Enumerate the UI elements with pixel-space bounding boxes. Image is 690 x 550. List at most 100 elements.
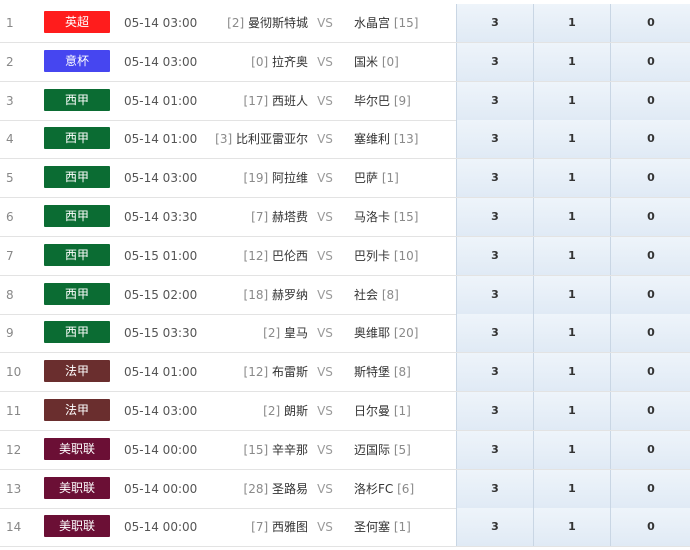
odds-loss-button[interactable]: 0 (610, 120, 690, 158)
odds-loss-button[interactable]: 0 (610, 314, 690, 352)
league-badge[interactable]: 西甲 (44, 89, 110, 111)
home-team[interactable]: [7] 赫塔费 (198, 198, 308, 236)
odds-win-button[interactable]: 3 (456, 120, 533, 158)
odds-loss-button[interactable]: 0 (610, 276, 690, 314)
odds-draw-button[interactable]: 1 (533, 120, 610, 158)
odds-loss-button[interactable]: 0 (610, 4, 690, 42)
odds-draw-button[interactable]: 1 (533, 470, 610, 508)
odds-win-button[interactable]: 3 (456, 431, 533, 469)
match-row[interactable]: 9 西甲 05-15 03:30 [2] 皇马 VS 奥维耶 [20] 3 1 0 (0, 314, 690, 353)
league-badge[interactable]: 法甲 (44, 360, 110, 382)
home-team[interactable]: [7] 西雅图 (198, 508, 308, 546)
odds-draw-button[interactable]: 1 (533, 314, 610, 352)
odds-draw-button[interactable]: 1 (533, 82, 610, 120)
match-row[interactable]: 1 英超 05-14 03:00 [2] 曼彻斯特城 VS 水晶宫 [15] 3 1 0 (0, 4, 690, 43)
odds-draw-button[interactable]: 1 (533, 353, 610, 391)
away-team[interactable]: 塞维利 [13] (354, 120, 454, 158)
odds-draw-button[interactable]: 1 (533, 431, 610, 469)
away-team[interactable]: 巴列卡 [10] (354, 237, 454, 275)
away-team[interactable]: 毕尔巴 [9] (354, 82, 454, 120)
home-team[interactable]: [3] 比利亚雷亚尔 (198, 120, 308, 158)
odds-win-button[interactable]: 3 (456, 470, 533, 508)
home-team[interactable]: [2] 朗斯 (198, 392, 308, 430)
odds-win-button[interactable]: 3 (456, 159, 533, 197)
odds-win-button[interactable]: 3 (456, 82, 533, 120)
odds-draw-button[interactable]: 1 (533, 392, 610, 430)
odds-loss-button[interactable]: 0 (610, 82, 690, 120)
home-team[interactable]: [2] 皇马 (198, 314, 308, 352)
league-badge[interactable]: 美职联 (44, 515, 110, 537)
odds-draw-button[interactable]: 1 (533, 198, 610, 236)
match-row[interactable]: 10 法甲 05-14 01:00 [12] 布雷斯 VS 斯特堡 [8] 3 1 0 (0, 353, 690, 392)
odds-loss-button[interactable]: 0 (610, 431, 690, 469)
odds-loss-button[interactable]: 0 (610, 159, 690, 197)
league-badge[interactable]: 西甲 (44, 205, 110, 227)
odds-win-button[interactable]: 3 (456, 353, 533, 391)
league-badge[interactable]: 意杯 (44, 50, 110, 72)
match-row[interactable]: 5 西甲 05-14 03:00 [19] 阿拉维 VS 巴萨 [1] 3 1 0 (0, 159, 690, 198)
match-row[interactable]: 14 美职联 05-14 00:00 [7] 西雅图 VS 圣何塞 [1] 3 1 0 (0, 508, 690, 547)
away-team[interactable]: 巴萨 [1] (354, 159, 454, 197)
odds-draw-button[interactable]: 1 (533, 4, 610, 42)
match-row[interactable]: 4 西甲 05-14 01:00 [3] 比利亚雷亚尔 VS 塞维利 [13] 3 1 0 (0, 120, 690, 159)
home-team[interactable]: [12] 巴伦西 (198, 237, 308, 275)
league-badge[interactable]: 西甲 (44, 166, 110, 188)
home-team[interactable]: [28] 圣路易 (198, 470, 308, 508)
odds-draw-button[interactable]: 1 (533, 237, 610, 275)
odds-win-button[interactable]: 3 (456, 237, 533, 275)
league-badge[interactable]: 西甲 (44, 244, 110, 266)
league-badge[interactable]: 西甲 (44, 127, 110, 149)
home-team[interactable]: [18] 赫罗纳 (198, 276, 308, 314)
odds-loss-button[interactable]: 0 (610, 43, 690, 81)
odds-win-button[interactable]: 3 (456, 508, 533, 546)
home-team[interactable]: [15] 辛辛那 (198, 431, 308, 469)
league-badge[interactable]: 西甲 (44, 321, 110, 343)
odds-win-button[interactable]: 3 (456, 198, 533, 236)
match-time: 05-15 01:00 (124, 249, 198, 263)
league-badge[interactable]: 美职联 (44, 477, 110, 499)
match-row[interactable]: 12 美职联 05-14 00:00 [15] 辛辛那 VS 迈国际 [5] 3 1 0 (0, 431, 690, 470)
odds-loss-button[interactable]: 0 (610, 237, 690, 275)
away-team[interactable]: 国米 [0] (354, 43, 454, 81)
match-row[interactable]: 13 美职联 05-14 00:00 [28] 圣路易 VS 洛杉FC [6] 3 1 0 (0, 470, 690, 509)
odds-win-button[interactable]: 3 (456, 4, 533, 42)
odds-loss-button[interactable]: 0 (610, 470, 690, 508)
league-badge[interactable]: 法甲 (44, 399, 110, 421)
odds-win-button[interactable]: 3 (456, 276, 533, 314)
away-team[interactable]: 斯特堡 [8] (354, 353, 454, 391)
away-team[interactable]: 洛杉FC [6] (354, 470, 454, 508)
home-team[interactable]: [12] 布雷斯 (198, 353, 308, 391)
home-team[interactable]: [17] 西班人 (198, 82, 308, 120)
odds-win-button[interactable]: 3 (456, 314, 533, 352)
home-team[interactable]: [0] 拉齐奥 (198, 43, 308, 81)
odds-loss-button[interactable]: 0 (610, 392, 690, 430)
odds-win-button[interactable]: 3 (456, 392, 533, 430)
odds-loss-button[interactable]: 0 (610, 508, 690, 546)
odds-win-button[interactable]: 3 (456, 43, 533, 81)
odds-draw-button[interactable]: 1 (533, 43, 610, 81)
match-row[interactable]: 6 西甲 05-14 03:30 [7] 赫塔费 VS 马洛卡 [15] 3 1 0 (0, 198, 690, 237)
match-row[interactable]: 8 西甲 05-15 02:00 [18] 赫罗纳 VS 社会 [8] 3 1 0 (0, 276, 690, 315)
league-badge[interactable]: 英超 (44, 11, 110, 33)
odds-draw-button[interactable]: 1 (533, 508, 610, 546)
away-team[interactable]: 迈国际 [5] (354, 431, 454, 469)
match-row[interactable]: 2 意杯 05-14 03:00 [0] 拉齐奥 VS 国米 [0] 3 1 0 (0, 43, 690, 82)
odds-draw-button[interactable]: 1 (533, 159, 610, 197)
away-team[interactable]: 圣何塞 [1] (354, 508, 454, 546)
league-badge[interactable]: 西甲 (44, 283, 110, 305)
away-team[interactable]: 日尔曼 [1] (354, 392, 454, 430)
odds-draw-button[interactable]: 1 (533, 276, 610, 314)
match-row[interactable]: 11 法甲 05-14 03:00 [2] 朗斯 VS 日尔曼 [1] 3 1 0 (0, 392, 690, 431)
away-team[interactable]: 社会 [8] (354, 276, 454, 314)
home-team[interactable]: [2] 曼彻斯特城 (198, 4, 308, 42)
home-team[interactable]: [19] 阿拉维 (198, 159, 308, 197)
away-team[interactable]: 奥维耶 [20] (354, 314, 454, 352)
match-row[interactable]: 3 西甲 05-14 01:00 [17] 西班人 VS 毕尔巴 [9] 3 1 0 (0, 82, 690, 121)
league-badge[interactable]: 美职联 (44, 438, 110, 460)
odds-loss-button[interactable]: 0 (610, 198, 690, 236)
vs-label: VS (317, 55, 333, 69)
away-team[interactable]: 马洛卡 [15] (354, 198, 454, 236)
match-row[interactable]: 7 西甲 05-15 01:00 [12] 巴伦西 VS 巴列卡 [10] 3 1 0 (0, 237, 690, 276)
away-team[interactable]: 水晶宫 [15] (354, 4, 454, 42)
odds-loss-button[interactable]: 0 (610, 353, 690, 391)
